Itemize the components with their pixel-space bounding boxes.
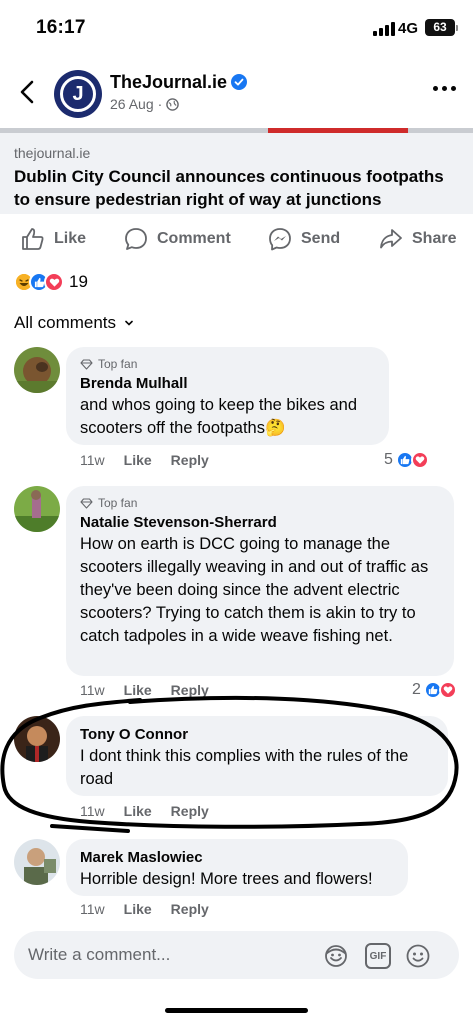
verified-badge-icon [231,74,248,90]
page-name[interactable]: TheJournal.ie [110,72,248,93]
post-meta: 26 Aug · [110,96,180,112]
avatar[interactable] [14,486,60,532]
reactions-summary[interactable]: 19 [14,272,88,292]
comment-like-button[interactable]: Like [124,901,152,917]
comment-bubble: Top fan Natalie Stevenson-Sherrard How o… [66,486,454,676]
comment-text: and whos going to keep the bikes and sco… [80,396,358,437]
love-reaction-icon [44,272,64,292]
comment-time: 11w [80,452,105,468]
love-reaction-icon [438,681,457,699]
back-arrow-icon[interactable] [14,78,42,106]
diamond-icon [80,358,93,370]
post-header: J TheJournal.ie 26 Aug · [0,62,473,126]
avatar[interactable] [14,716,60,762]
comment-reaction-count: 5 [384,451,393,468]
comment-meta: 11w Like Reply [80,682,209,698]
comment-text: How on earth is DCC going to manage the … [80,535,429,645]
comment-like-button[interactable]: Like [124,682,152,698]
comment-reply-button[interactable]: Reply [171,803,209,819]
page-avatar[interactable]: J [54,70,102,118]
comment-text: I dont think this complies with the rule… [80,747,409,788]
comment-time: 11w [80,682,105,698]
page-logo-letter: J [60,76,96,112]
comment-icon [125,228,147,250]
comment-reply-button[interactable]: Reply [171,452,209,468]
page-name-text[interactable]: TheJournal.ie [110,72,227,92]
comment-sort-dropdown[interactable]: All comments [14,313,134,333]
gif-icon[interactable]: GIF [365,943,391,969]
comment-reply-button[interactable]: Reply [171,682,209,698]
link-title[interactable]: Dublin City Council announces continuous… [14,165,454,211]
comment-input[interactable]: Write a comment... [28,945,170,965]
like-label: Like [54,230,87,247]
comment-reaction-count: 2 [412,681,421,698]
comment-author[interactable]: Marek Maslowiec [80,849,394,866]
home-indicator [165,1008,308,1013]
chevron-down-icon [125,320,133,326]
top-fan-label: Top fan [98,357,138,371]
comment-button[interactable]: Comment [123,222,231,256]
link-domain: thejournal.ie [14,145,91,161]
comment-time: 11w [80,803,105,819]
link-preview[interactable]: thejournal.ie Dublin City Council announ… [0,128,473,214]
post-actions: Like Comment Send Share [0,222,473,256]
top-fan-label: Top fan [98,496,138,510]
comment-composer[interactable]: Write a comment... GIF [14,931,459,979]
comment-like-button[interactable]: Like [124,803,152,819]
reaction-count: 19 [69,272,88,291]
globe-icon [166,97,180,111]
share-label: Share [412,230,457,247]
battery-icon: 63 [425,19,458,36]
comment-label: Comment [157,230,231,247]
share-button[interactable]: Share [378,222,456,256]
comment-reactions[interactable]: 2 [412,681,457,699]
top-fan-badge: Top fan [80,496,440,510]
avatar[interactable] [14,839,60,885]
post-date: 26 Aug [110,96,154,112]
messenger-icon [269,228,291,251]
more-options-icon[interactable] [433,84,457,94]
avatar[interactable] [14,347,60,393]
comment-bubble: Tony O Connor I dont think this complies… [66,716,448,796]
comment-reactions[interactable]: 5 [384,451,429,469]
send-button[interactable]: Send [267,222,340,256]
top-fan-badge: Top fan [80,357,375,371]
network-type: 4G [398,20,419,37]
comment-author[interactable]: Natalie Stevenson-Sherrard [80,514,440,531]
love-reaction-icon [410,451,429,469]
avatar-sticker-icon[interactable] [323,943,349,969]
status-bar: 16:17 4G 63 [0,0,473,56]
comment-meta: 11w Like Reply [80,803,209,819]
comment-meta: 11w Like Reply [80,452,209,468]
comment-sort-label: All comments [14,313,117,332]
comment-author[interactable]: Tony O Connor [80,726,434,743]
preview-image-edge [268,128,408,133]
comment-bubble: Marek Maslowiec Horrible design! More tr… [66,839,408,896]
comment-text: Horrible design! More trees and flowers! [80,870,373,888]
emoji-icon[interactable] [405,943,431,969]
send-label: Send [301,230,341,247]
comment-author[interactable]: Brenda Mulhall [80,375,375,392]
thumbs-up-icon [22,228,44,250]
diamond-icon [80,497,93,509]
status-time: 16:17 [36,17,86,38]
comment-like-button[interactable]: Like [124,452,152,468]
comment-bubble: Top fan Brenda Mulhall and whos going to… [66,347,389,445]
comment-reply-button[interactable]: Reply [171,901,209,917]
comment-time: 11w [80,901,105,917]
comment-meta: 11w Like Reply [80,901,209,917]
like-button[interactable]: Like [20,222,86,256]
share-arrow-icon [380,229,402,249]
signal-icon [373,22,395,36]
